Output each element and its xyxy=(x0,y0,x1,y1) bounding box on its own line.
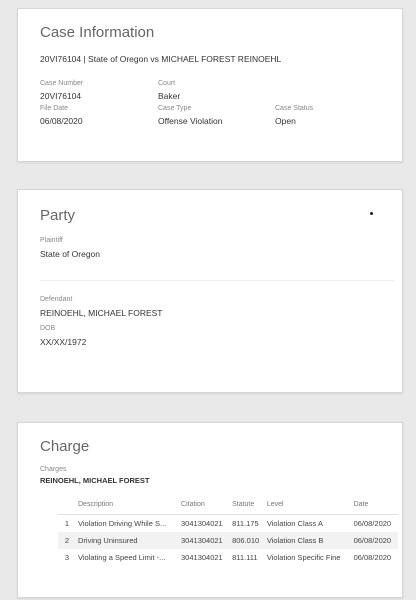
charge-defendant: REINOEHL, MICHAEL FOREST xyxy=(40,476,150,485)
col-citation: Citation xyxy=(179,501,231,515)
col-level: Level xyxy=(264,501,352,515)
party-card: Party Plaintiff State of Oregon Defendan… xyxy=(17,189,403,393)
dot-marker xyxy=(370,212,373,215)
charge-title: Charge xyxy=(40,438,90,455)
charge-citation: 3041304021 xyxy=(181,553,223,562)
col-statute: Statute xyxy=(230,501,265,515)
charge-level: Violation Specific Fine xyxy=(266,553,341,562)
col-description: Description xyxy=(76,501,180,515)
charge-level: Violation Class B xyxy=(264,532,352,549)
charge-card: Charge Charges REINOEHL, MICHAEL FOREST … xyxy=(17,422,403,598)
row-number: 3 xyxy=(64,553,70,562)
charge-date: 06/08/2020 xyxy=(353,553,392,562)
charge-citation: 3041304021 xyxy=(179,532,231,549)
case-status-label: Case Status xyxy=(275,105,314,112)
charge-statute: 806.010 xyxy=(230,532,265,549)
dob-value: XX/XX/1972 xyxy=(40,337,87,347)
charges-table: Description Citation Statute Level Date … xyxy=(58,501,398,566)
party-divider xyxy=(40,280,394,281)
plaintiff-label: Plaintiff xyxy=(40,237,63,244)
case-information-title: Case Information xyxy=(40,24,155,41)
case-information-card: Case Information 20VI76104 | State of Or… xyxy=(17,8,403,162)
charge-statute: 811.111 xyxy=(232,553,258,562)
case-type-value: Offense Violation xyxy=(158,116,223,126)
defendant-label: Defendant xyxy=(40,296,73,303)
case-status-value: Open xyxy=(275,116,296,126)
plaintiff-value: State of Oregon xyxy=(40,249,101,259)
charge-date: 06/08/2020 xyxy=(353,519,392,528)
row-number: 1 xyxy=(64,519,70,528)
party-title: Party xyxy=(40,207,76,224)
charge-level: Violation Class A xyxy=(266,519,323,528)
row-number: 2 xyxy=(58,532,76,549)
defendant-value: REINOEHL, MICHAEL FOREST xyxy=(40,308,163,318)
charges-header-row: Description Citation Statute Level Date xyxy=(58,501,398,515)
col-number xyxy=(58,501,76,515)
case-number-label: Case Number xyxy=(40,80,84,87)
charge-description[interactable]: Driving Uninsured xyxy=(76,532,180,549)
table-row[interactable]: 1 Violation Driving While S... 304130402… xyxy=(58,515,398,533)
case-type-label: Case Type xyxy=(158,105,192,112)
charge-citation: 3041304021 xyxy=(181,519,223,528)
court-value: Baker xyxy=(158,91,181,101)
table-row[interactable]: 3 Violating a Speed Limit -... 304130402… xyxy=(58,549,398,566)
file-date-value: 06/08/2020 xyxy=(40,116,83,126)
dob-label: DOB xyxy=(40,325,56,332)
charge-description[interactable]: Violating a Speed Limit -... xyxy=(76,549,179,566)
charge-date: 06/08/2020 xyxy=(351,532,398,549)
table-row[interactable]: 2 Driving Uninsured 3041304021 806.010 V… xyxy=(58,532,398,549)
charge-description[interactable]: Violation Driving While S... xyxy=(76,515,179,533)
court-label: Court xyxy=(158,80,176,87)
case-number-value: 20VI76104 xyxy=(40,91,82,101)
col-date: Date xyxy=(351,501,398,515)
file-date-label: File Date xyxy=(40,105,69,112)
charge-statute: 811.175 xyxy=(232,519,259,528)
case-heading: 20VI76104 | State of Oregon vs MICHAEL F… xyxy=(40,54,282,64)
charges-label: Charges xyxy=(40,466,67,473)
